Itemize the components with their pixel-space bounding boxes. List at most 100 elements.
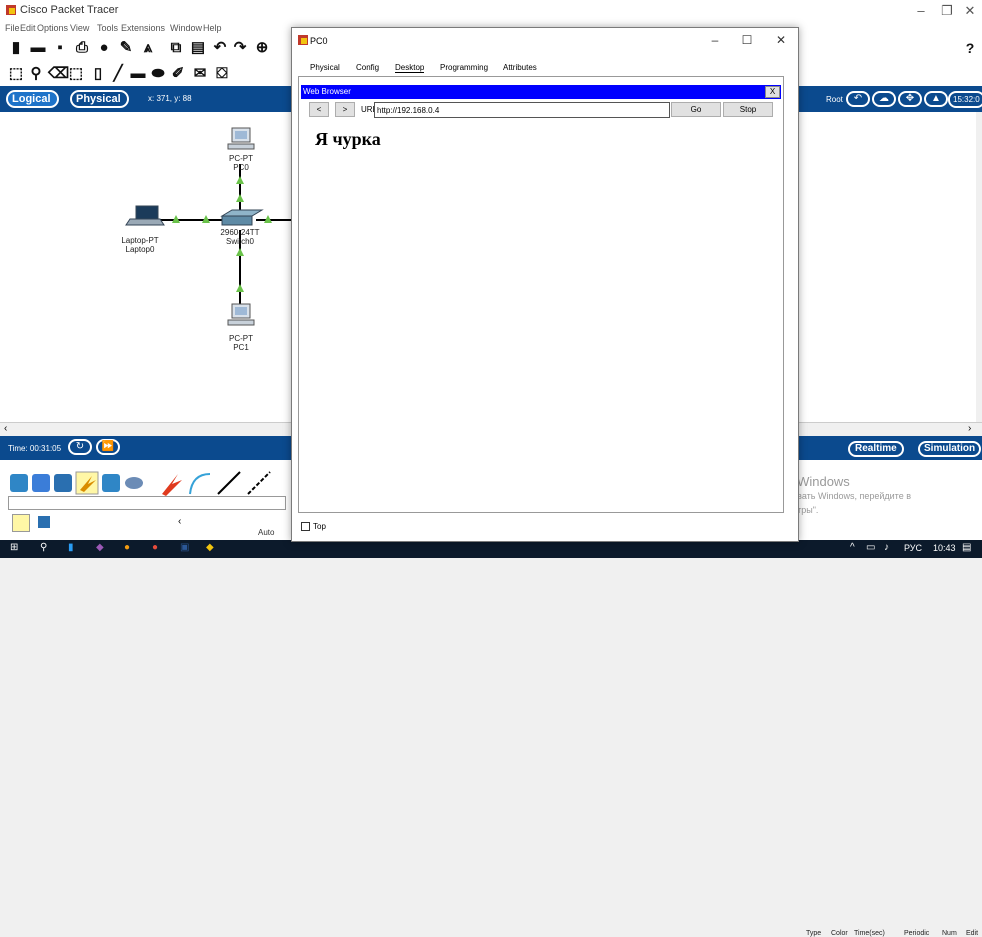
taskbar-word-icon[interactable]: ▣ [180, 542, 189, 553]
add-complex-pdu-icon[interactable]: ⛋ [214, 66, 230, 82]
start-icon[interactable]: ⊞ [10, 542, 18, 553]
browser-go-button[interactable]: Go [671, 102, 721, 117]
menu-window[interactable]: Window [170, 23, 202, 33]
pc0-window: PC0 – ☐ ✕ Physical Config Desktop Progra… [291, 27, 799, 542]
network-info-icon[interactable]: ⩓ [140, 40, 156, 56]
pc0-window-title: PC0 [310, 36, 328, 46]
top-checkbox-box[interactable] [301, 522, 310, 532]
pc0-maximize-button[interactable]: ☐ [732, 31, 762, 49]
menu-file[interactable]: File [5, 23, 20, 33]
notifications-icon[interactable]: ▤ [962, 542, 971, 553]
tab-desktop[interactable]: Desktop [395, 63, 425, 73]
resize-icon[interactable]: ⬚ [68, 66, 84, 82]
add-simple-pdu-icon[interactable]: ✉ [192, 66, 208, 82]
web-browser-close-button[interactable]: X [765, 86, 780, 98]
menu-edit[interactable]: Edit [20, 23, 36, 33]
switch0-name: Switch0 [225, 237, 254, 246]
pc0-label: PC-PT PC0 [226, 154, 256, 172]
inspect-icon[interactable]: ⚲ [28, 66, 44, 82]
selected-connection-icon[interactable] [12, 514, 30, 532]
web-browser-frame: Web Browser X < > URL Go Stop Я чурка [298, 76, 784, 513]
open-folder-icon[interactable]: ▬ [30, 40, 46, 56]
ellipse-icon[interactable]: ⬬ [150, 66, 166, 82]
physical-tab[interactable]: Physical [70, 90, 129, 108]
menu-view[interactable]: View [70, 23, 89, 33]
new-file-icon[interactable]: ▮ [8, 40, 24, 56]
tray-clock[interactable]: 10:43 [933, 543, 956, 553]
switch0-label: 2960-24TT Switch0 [212, 228, 268, 246]
realtime-label: Realtime [855, 443, 897, 454]
set-tiled-background-icon[interactable]: ▲ [924, 91, 948, 107]
end-devices-icon [32, 474, 50, 492]
fast-forward-icon[interactable]: ⏩ [96, 439, 120, 455]
move-object-icon[interactable]: ✥ [898, 91, 922, 107]
taskbar-packet-tracer-icon[interactable]: ◆ [206, 542, 214, 553]
tab-attributes[interactable]: Attributes [503, 63, 537, 72]
panel-scroll-left-icon[interactable]: ‹ [178, 516, 181, 527]
browser-forward-button[interactable]: > [335, 102, 355, 117]
url-input[interactable] [374, 102, 670, 118]
grid-icon[interactable] [38, 516, 50, 528]
simulation-mode-button[interactable]: Simulation [918, 441, 982, 457]
menu-options[interactable]: Options [37, 23, 68, 33]
freeform-icon[interactable]: ✐ [170, 66, 186, 82]
tray-chevron-icon[interactable]: ^ [850, 542, 855, 553]
scroll-left-icon[interactable]: ‹ [4, 423, 7, 434]
pc0-icon [227, 127, 255, 150]
device-filter-box[interactable] [8, 496, 286, 510]
pc0-minimize-button[interactable]: – [700, 31, 730, 49]
straight-through-icon [217, 471, 241, 495]
packet-tracer-icon [6, 5, 16, 15]
new-cluster-icon[interactable]: ☁ [872, 91, 896, 107]
taskbar-search-icon[interactable]: ⚲ [40, 542, 47, 553]
tab-physical[interactable]: Physical [310, 63, 340, 72]
copy-icon[interactable]: ⧉ [168, 40, 184, 56]
paste-icon[interactable]: ▤ [190, 40, 206, 56]
pdu-col-edit: Edit [966, 930, 979, 937]
info-icon[interactable]: ● [96, 40, 112, 56]
power-cycle-icon[interactable]: ↻ [68, 439, 92, 455]
close-button[interactable]: ✕ [955, 2, 982, 20]
tray-language[interactable]: РУС [904, 543, 922, 553]
select-icon[interactable]: ⬚ [8, 66, 24, 82]
taskbar-app-icon[interactable]: ◆ [96, 542, 104, 553]
browser-stop-button[interactable]: Stop [723, 102, 773, 117]
tab-programming[interactable]: Programming [440, 63, 488, 72]
note-icon[interactable]: ▯ [90, 66, 106, 82]
top-checkbox-label: Top [313, 522, 326, 531]
laptop0-model: Laptop-PT [121, 236, 159, 245]
workspace-vertical-scrollbar[interactable] [976, 112, 982, 422]
print-icon[interactable]: ⎙ [74, 40, 90, 56]
logical-tab[interactable]: Logical [6, 90, 59, 108]
menu-help[interactable]: Help [203, 23, 222, 33]
activity-wizard-icon[interactable]: ✎ [118, 40, 134, 56]
tray-network-icon[interactable]: ▭ [866, 542, 875, 553]
browser-back-button[interactable]: < [309, 102, 329, 117]
scroll-right-icon[interactable]: › [968, 423, 971, 434]
menu-tools[interactable]: Tools [97, 23, 118, 33]
taskbar-app-icon[interactable]: ▮ [68, 542, 74, 553]
tray-volume-icon[interactable]: ♪ [884, 542, 889, 553]
back-nav-icon[interactable]: ↶ [846, 91, 870, 107]
top-checkbox[interactable]: Top [301, 522, 326, 532]
help-icon[interactable]: ? [962, 40, 978, 56]
pc0-close-button[interactable]: ✕ [766, 31, 796, 49]
taskbar-app-icon[interactable]: ● [152, 542, 158, 553]
windows-taskbar: ⊞ ⚲ ▮ ◆ ● ● ▣ ◆ ^ ▭ ♪ РУС 10:43 ▤ [0, 540, 982, 558]
undo-icon[interactable]: ↶ [212, 40, 228, 56]
redo-icon[interactable]: ↷ [232, 40, 248, 56]
menu-extensions[interactable]: Extensions [121, 23, 165, 33]
link-up-indicator [236, 176, 244, 184]
pdu-col-periodic: Periodic [904, 930, 930, 937]
zoom-in-icon[interactable]: ⊕ [254, 40, 270, 56]
save-icon[interactable]: ▪ [52, 40, 68, 56]
pc0-model: PC-PT [229, 154, 253, 163]
tab-config[interactable]: Config [356, 63, 379, 72]
realtime-mode-button[interactable]: Realtime [848, 441, 904, 457]
line-icon[interactable]: ╱ [110, 66, 126, 82]
auto-label: Auto [258, 528, 275, 537]
pc1-name: PC1 [233, 343, 249, 352]
delete-icon[interactable]: ⌫ [48, 66, 69, 82]
taskbar-chrome-icon[interactable]: ● [124, 542, 130, 553]
rectangle-icon[interactable]: ▬ [130, 66, 146, 82]
